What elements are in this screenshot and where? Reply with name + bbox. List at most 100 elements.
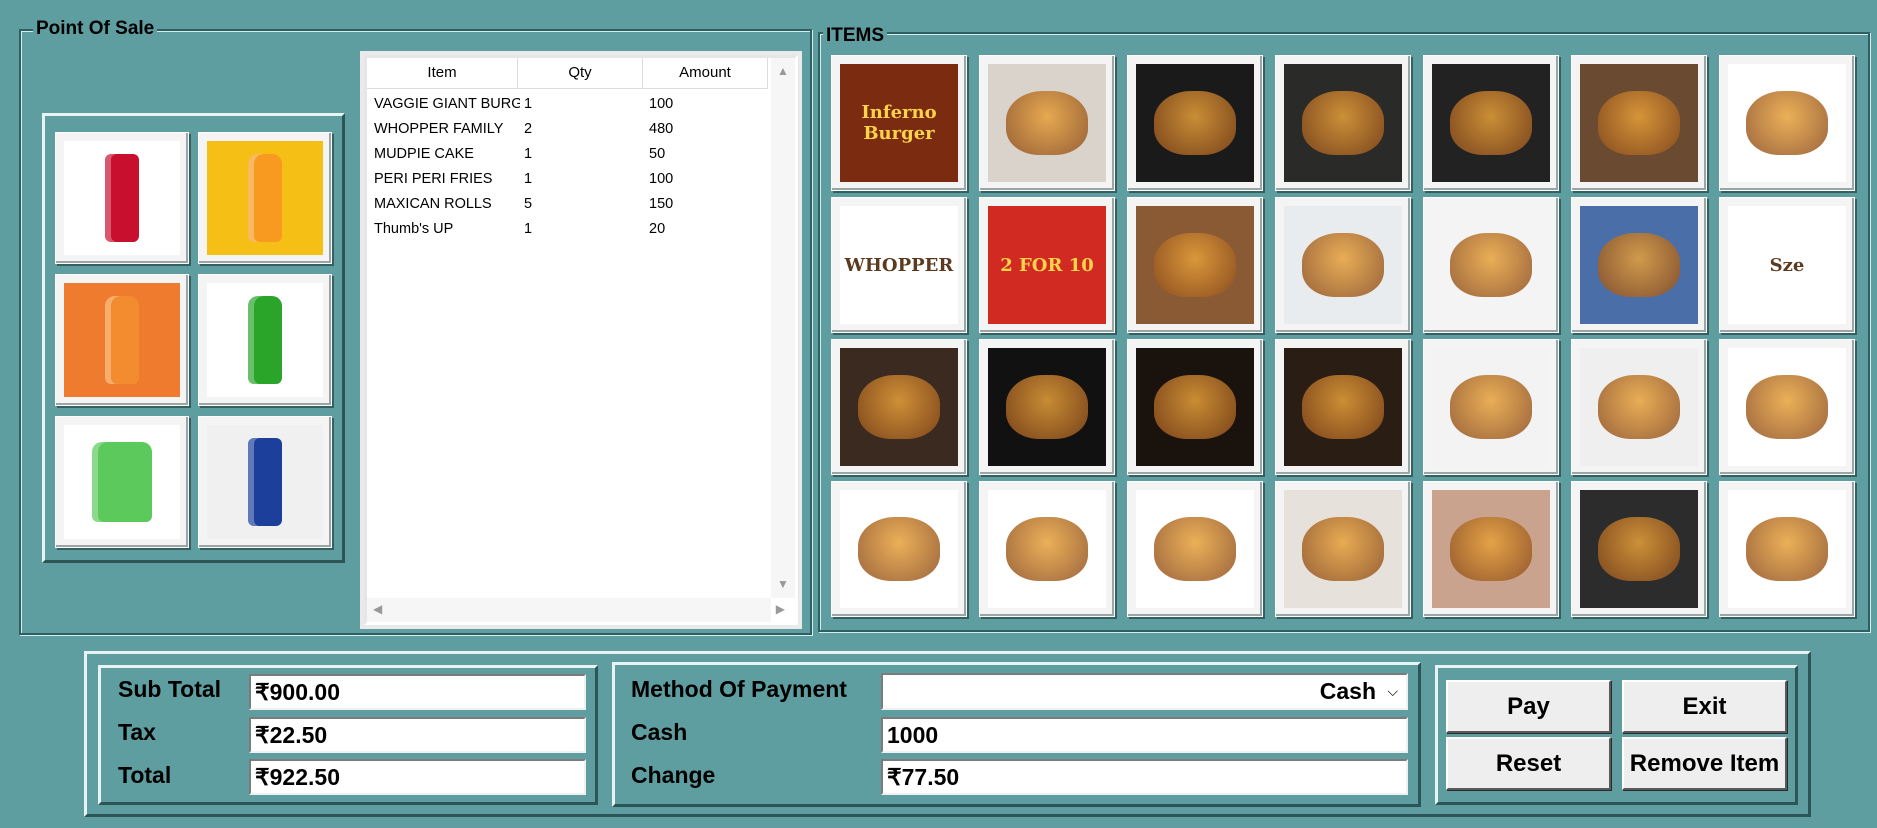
method-of-payment-value: Cash (1319, 678, 1376, 704)
remove-item-button[interactable]: Remove Item (1622, 737, 1787, 790)
inferno-burger-image: Inferno Burger (840, 64, 958, 182)
ice-cream-cone-image (1728, 348, 1846, 466)
menu-item-tile[interactable] (1719, 55, 1855, 191)
food-shape (1153, 90, 1237, 156)
method-of-payment-label: Method Of Payment (631, 676, 847, 702)
menu-item-tile[interactable] (1571, 339, 1707, 475)
menu-item-tile[interactable] (979, 339, 1115, 475)
column-header-item[interactable]: Item (367, 58, 518, 89)
menu-item-tile[interactable]: Sze (1719, 197, 1855, 333)
order-item-qty: 5 (524, 196, 533, 212)
scroll-up-arrow-icon[interactable]: ▲ (777, 64, 789, 78)
drink-shape (105, 154, 139, 242)
menu-item-tile[interactable] (1423, 481, 1559, 617)
menu-item-tile[interactable] (1571, 481, 1707, 617)
drink-shape (92, 442, 152, 522)
menu-item-tile[interactable] (1127, 55, 1263, 191)
order-item-qty: 2 (524, 121, 533, 137)
menu-item-tile[interactable] (979, 481, 1115, 617)
food-shape (1005, 516, 1089, 582)
food-shape (1301, 374, 1385, 440)
menu-item-tile[interactable] (1127, 197, 1263, 333)
vertical-scrollbar[interactable]: ▲ ▼ (771, 58, 795, 598)
total-field[interactable]: ₹922.50 (249, 759, 586, 795)
food-shape (857, 374, 941, 440)
food-shape (1745, 374, 1829, 440)
mudpie-cake-image (1432, 348, 1550, 466)
menu-item-tile[interactable] (1275, 55, 1411, 191)
drink-tile[interactable] (198, 132, 332, 264)
order-row[interactable]: PERI PERI FRIES 1 100 (367, 167, 767, 192)
mango-juice-bottle (207, 141, 323, 255)
cold-coffee-image (1284, 348, 1402, 466)
menu-item-image-text: Inferno Burger (861, 102, 937, 144)
food-shape (1153, 232, 1237, 298)
menu-item-tile[interactable] (1275, 339, 1411, 475)
menu-item-tile[interactable] (1423, 339, 1559, 475)
order-row[interactable]: MUDPIE CAKE 1 50 (367, 142, 767, 167)
steak-burger-image (1580, 64, 1698, 182)
frappe-image (988, 348, 1106, 466)
drink-shape (248, 438, 282, 526)
subtotal-field[interactable]: ₹900.00 (249, 674, 586, 710)
menu-item-tile[interactable] (979, 55, 1115, 191)
method-of-payment-select[interactable]: Cash ⌵ (881, 673, 1408, 710)
order-row[interactable]: Thumb's UP 1 20 (367, 217, 767, 242)
drink-tile[interactable] (55, 274, 189, 406)
scroll-left-arrow-icon[interactable]: ◀ (373, 602, 382, 616)
menu-item-tile[interactable] (831, 481, 967, 617)
food-shape (1597, 232, 1681, 298)
order-row[interactable]: MAXICAN ROLLS 5 150 (367, 192, 767, 217)
drink-tile[interactable] (198, 274, 332, 406)
order-row[interactable]: VAGGIE GIANT BURGI 1 100 (367, 92, 767, 117)
change-field[interactable]: ₹77.50 (881, 759, 1408, 795)
spring-rolls-plate-image (1136, 206, 1254, 324)
pay-button[interactable]: Pay (1446, 680, 1611, 733)
food-shape (1597, 516, 1681, 582)
menu-item-tile[interactable]: WHOPPER (831, 197, 967, 333)
sauce-pack-image: Sze (1728, 206, 1846, 324)
order-item-qty: 1 (524, 146, 533, 162)
food-shape (1449, 374, 1533, 440)
exit-button[interactable]: Exit (1622, 680, 1787, 733)
burger-image (988, 64, 1106, 182)
total-label: Total (118, 762, 172, 788)
order-item-qty: 1 (524, 96, 533, 112)
scroll-right-arrow-icon[interactable]: ▶ (776, 602, 785, 616)
coca-cola-can (64, 141, 180, 255)
menu-item-tile[interactable] (1571, 197, 1707, 333)
column-header-qty[interactable]: Qty (518, 58, 643, 89)
cash-field[interactable]: 1000 (881, 717, 1408, 753)
order-item-amount: 100 (649, 96, 674, 112)
tax-field[interactable]: ₹22.50 (249, 717, 586, 753)
drink-tile[interactable] (55, 132, 189, 264)
point-of-sale-title: Point Of Sale (33, 18, 158, 40)
order-list[interactable]: Item Qty Amount VAGGIE GIANT BURGI 1 100 WH… (364, 55, 798, 625)
menu-item-tile[interactable] (1127, 481, 1263, 617)
order-item-name: MUDPIE CAKE (374, 146, 474, 162)
chevron-down-icon[interactable]: ⌵ (1387, 675, 1398, 708)
drink-tile[interactable] (198, 416, 332, 548)
menu-item-tile[interactable] (1571, 55, 1707, 191)
scroll-down-arrow-icon[interactable]: ▼ (777, 577, 789, 591)
menu-item-tile[interactable] (1423, 197, 1559, 333)
order-item-qty: 1 (524, 221, 533, 237)
manchurian-image (1432, 490, 1550, 608)
menu-item-tile[interactable] (1275, 197, 1411, 333)
menu-item-tile[interactable] (1719, 339, 1855, 475)
reset-button[interactable]: Reset (1446, 737, 1611, 790)
menu-item-tile[interactable] (831, 339, 967, 475)
order-row[interactable]: WHOPPER FAMILY 2 480 (367, 117, 767, 142)
column-header-amount[interactable]: Amount (643, 58, 768, 89)
menu-item-tile[interactable]: Inferno Burger (831, 55, 967, 191)
subtotal-label: Sub Total (118, 676, 222, 702)
drink-tile[interactable] (55, 416, 189, 548)
food-shape (857, 516, 941, 582)
menu-item-tile[interactable] (1275, 481, 1411, 617)
horizontal-scrollbar[interactable]: ◀ ▶ (367, 598, 785, 622)
order-item-amount: 150 (649, 196, 674, 212)
menu-item-tile[interactable] (1719, 481, 1855, 617)
menu-item-tile[interactable] (1423, 55, 1559, 191)
menu-item-tile[interactable] (1127, 339, 1263, 475)
menu-item-tile[interactable]: 2 FOR 10 (979, 197, 1115, 333)
